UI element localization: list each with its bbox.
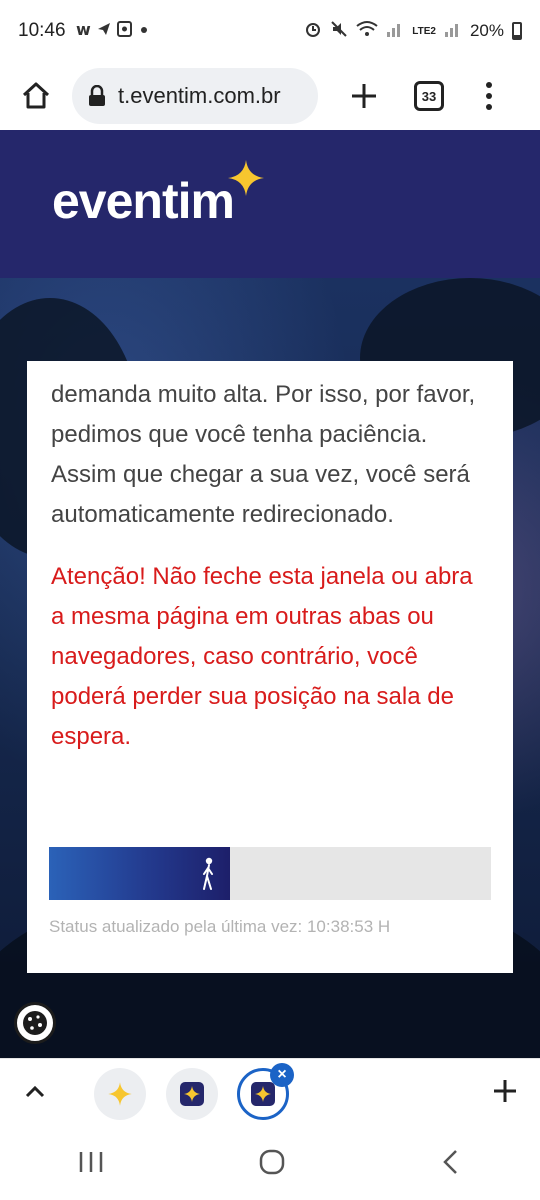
more-menu-button[interactable] (474, 74, 504, 118)
last-updated-status: Status atualizado pela última vez: 10:38… (49, 917, 391, 936)
close-tab-button[interactable]: × (270, 1063, 294, 1087)
tab-strip: × (0, 1058, 540, 1128)
waiting-info-text: demanda muito alta. Por isso, por favor,… (51, 381, 476, 528)
url-text: t.eventim.com.br (118, 83, 281, 108)
mute-icon (330, 20, 348, 43)
home-nav-button[interactable] (258, 1148, 286, 1181)
notification-icons: w (76, 19, 156, 43)
home-icon (22, 82, 50, 109)
browser-toolbar: t.eventim.com.br 33 (0, 62, 540, 130)
new-tab-button[interactable] (342, 74, 386, 118)
progress-fill (49, 847, 231, 900)
menu-dot (486, 82, 492, 88)
waiting-room-card: demanda muito alta. Por isso, por favor,… (27, 361, 513, 973)
recents-button[interactable] (77, 1150, 105, 1179)
chevron-up-icon (25, 1085, 45, 1098)
home-button[interactable] (14, 74, 58, 118)
site-header: eventim (0, 130, 540, 278)
cookie-icon (23, 1011, 47, 1035)
warning-text: Atenção! Não feche esta janela ou abra a… (51, 563, 473, 750)
address-bar[interactable]: t.eventim.com.br (72, 68, 318, 124)
lock-icon (89, 85, 105, 106)
status-time: 10:46 (18, 20, 66, 41)
system-navigation-bar (0, 1128, 540, 1200)
expand-tabs-button[interactable] (22, 1079, 48, 1110)
sparkle-star-icon (108, 1082, 132, 1106)
tab-count: 33 (421, 88, 437, 104)
status-bar: 10:46 w LTE2 20% (0, 0, 540, 62)
alarm-icon (304, 20, 322, 43)
signal-icon (386, 20, 404, 43)
recents-icon (79, 1151, 102, 1172)
sparkle-star-icon (228, 160, 264, 196)
cookie-settings-button[interactable] (14, 1002, 56, 1044)
wifi-icon (356, 20, 378, 43)
eventim-favicon-icon (180, 1082, 204, 1106)
eventim-logo[interactable]: eventim (52, 172, 235, 230)
queue-progress-bar (49, 847, 491, 900)
lte-label: LTE2 (412, 25, 436, 37)
tab-switcher-button[interactable]: 33 (414, 81, 444, 111)
menu-dot (486, 104, 492, 110)
back-chevron-icon (443, 1149, 458, 1174)
home-circle-icon (259, 1149, 285, 1174)
tab-thumbnail[interactable] (166, 1068, 218, 1120)
menu-dot (486, 93, 492, 99)
eventim-favicon-icon (251, 1082, 275, 1106)
tab-thumbnail-active[interactable]: × (237, 1063, 294, 1120)
battery-percent: 20% (469, 21, 504, 40)
back-button[interactable] (439, 1148, 463, 1181)
web-page: eventim demanda muito alta. Por isso, po… (0, 130, 540, 1058)
battery-icon (512, 22, 522, 40)
signal-icon-2 (444, 20, 462, 43)
tab-thumbnail[interactable] (94, 1068, 146, 1120)
plus-icon (494, 1080, 516, 1102)
add-tab-button[interactable] (492, 1071, 518, 1114)
walking-person-icon (203, 857, 214, 890)
plus-icon (352, 84, 376, 108)
svg-text:w: w (76, 20, 91, 39)
